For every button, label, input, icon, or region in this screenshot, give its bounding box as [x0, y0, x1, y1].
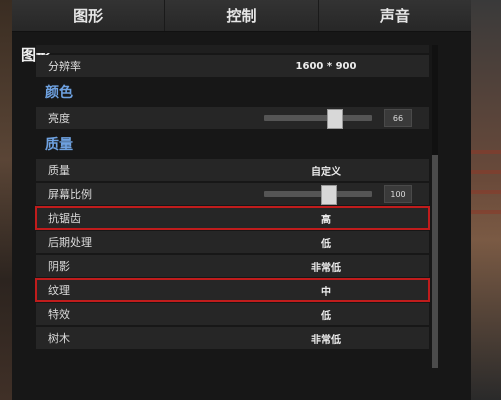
trees-label: 树木 [48, 332, 70, 345]
screen-scale-row: 屏幕比例 100 [36, 183, 429, 205]
effects-label: 特效 [48, 308, 70, 321]
tab-sound[interactable]: 声音 [318, 0, 471, 31]
resolution-label: 分辨率 [48, 60, 81, 73]
resolution-value[interactable]: 1600 * 900 [226, 61, 426, 72]
brightness-row: 亮度 66 [36, 107, 429, 129]
section-color: 颜色 [45, 85, 73, 101]
brightness-slider[interactable] [264, 109, 372, 129]
antialias-row[interactable]: 抗锯齿 高 [35, 206, 430, 230]
scrollbar[interactable] [432, 45, 438, 368]
screen-scale-slider-handle[interactable] [320, 185, 337, 205]
postprocess-value[interactable]: 低 [226, 235, 426, 250]
texture-label: 纹理 [48, 284, 70, 297]
section-quality: 质量 [45, 137, 73, 153]
screen-scale-slider[interactable] [264, 185, 372, 205]
tab-controls[interactable]: 控制 [165, 0, 319, 31]
effects-row[interactable]: 特效 低 [36, 303, 429, 325]
shadow-row[interactable]: 阴影 非常低 [36, 255, 429, 277]
effects-value[interactable]: 低 [226, 307, 426, 322]
shadow-value[interactable]: 非常低 [226, 259, 426, 274]
quality-row[interactable]: 质量 自定义 [36, 159, 429, 181]
tab-graphics[interactable]: 图形 [12, 0, 166, 31]
settings-tabs: 图形 控制 声音 [12, 0, 471, 32]
screen-scale-value-box[interactable]: 100 [384, 185, 412, 203]
postprocess-label: 后期处理 [48, 236, 92, 249]
quality-value[interactable]: 自定义 [226, 163, 426, 178]
background-scenery-right [471, 0, 501, 400]
antialias-label: 抗锯齿 [48, 212, 81, 225]
list-top-edge [36, 45, 429, 53]
background-scenery-left [0, 0, 12, 400]
brightness-label: 亮度 [48, 112, 70, 125]
texture-row[interactable]: 纹理 中 [35, 278, 430, 302]
settings-list: 分辨率 1600 * 900 颜色 亮度 66 质量 质量 自定义 屏幕比例 1… [34, 45, 433, 368]
antialias-value[interactable]: 高 [226, 211, 426, 226]
postprocess-row[interactable]: 后期处理 低 [36, 231, 429, 253]
brightness-slider-handle[interactable] [327, 109, 344, 129]
trees-value[interactable]: 非常低 [226, 331, 426, 346]
trees-row[interactable]: 树木 非常低 [36, 327, 429, 349]
scrollbar-thumb[interactable] [432, 155, 438, 368]
brightness-value-box[interactable]: 66 [384, 109, 412, 127]
resolution-row[interactable]: 分辨率 1600 * 900 [36, 55, 429, 77]
texture-value[interactable]: 中 [226, 283, 426, 298]
quality-label: 质量 [48, 164, 70, 177]
shadow-label: 阴影 [48, 260, 70, 273]
screen-scale-label: 屏幕比例 [48, 188, 92, 201]
